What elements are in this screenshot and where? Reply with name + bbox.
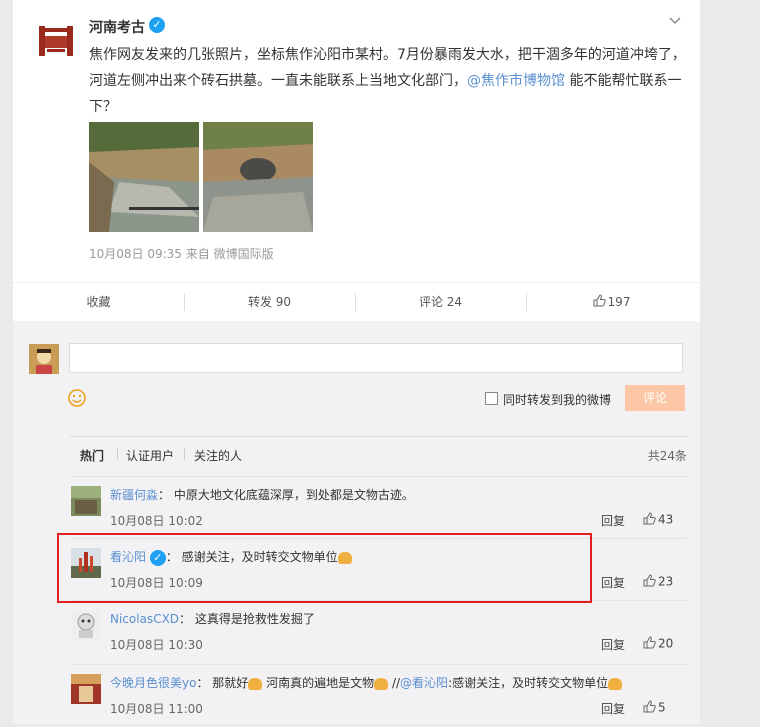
comment-content: 今晚月色很美yo： 那就好 河南真的遍地是文物 //@看沁阳:感谢关注，及时转交… [110,674,623,691]
author-name[interactable]: 河南考古 [89,17,145,37]
comment-username[interactable]: 新疆何淼 [110,488,158,502]
post-image[interactable] [203,122,313,232]
submit-comment-button[interactable]: 评论 [625,385,685,411]
avatar[interactable] [71,486,101,516]
thumbs-up-icon [593,284,606,322]
filter-verified[interactable]: 认证用户 [126,447,174,464]
comment-input[interactable] [69,343,683,373]
post-meta: 10月08日 09:35 来自 微博国际版 [89,247,274,261]
comment-like-button[interactable]: 43 [643,512,673,528]
comment-time: 10月08日 10:02 [110,514,203,528]
divider [184,448,185,460]
comment-time: 10月08日 10:30 [110,638,203,652]
comment-filter-bar: 热门 认证用户 关注的人 共24条 [70,436,687,467]
comment-like-button[interactable]: 20 [643,636,673,652]
thumbs-up-icon [643,574,656,590]
mention-link[interactable]: @看沁阳 [400,676,448,690]
action-bar: 收藏 转发 90 评论 24 197 [13,282,700,322]
avatar[interactable] [71,610,101,640]
like-count: 197 [607,295,631,309]
comment-like-button[interactable]: 23 [643,574,673,590]
emoji-icon[interactable] [67,388,87,408]
pray-emoji-icon [248,677,263,690]
divider [117,448,118,460]
comment-username[interactable]: NicolasCXD [110,612,179,626]
comment-button[interactable]: 评论 24 [355,283,526,321]
filter-following[interactable]: 关注的人 [194,447,242,464]
comment-total: 共24条 [647,449,687,463]
post-text: 焦作网友发来的几张照片，坐标焦作沁阳市某村。7月份暴雨发大水，把干涸多年的河道冲… [89,47,686,115]
handshake-emoji-icon [374,677,389,690]
verified-icon: ✓ [149,17,165,33]
avatar[interactable] [71,674,101,704]
repost-button[interactable]: 转发 90 [184,283,355,321]
comment-row: NicolasCXD： 这真得是抢救性发掘了 10月08日 10:30 回复 2… [70,600,687,663]
reply-button[interactable]: 回复 [601,512,625,529]
comment-content: 新疆何淼： 中原大地文化底蕴深厚，到处都是文物古迹。 [110,488,414,502]
thumbs-up-icon [643,512,656,528]
thumbs-up-icon [643,636,656,652]
thumbs-up-icon [643,700,656,716]
comment-like-button[interactable]: 5 [643,700,666,716]
highlight-box [57,533,592,603]
reply-button[interactable]: 回复 [601,574,625,591]
pray-emoji-icon [608,677,623,690]
repost-checkbox[interactable] [485,392,498,405]
filter-hot[interactable]: 热门 [80,447,104,464]
reply-button[interactable]: 回复 [601,700,625,717]
comment-row: 新疆何淼： 中原大地文化底蕴深厚，到处都是文物古迹。 10月08日 10:02 … [70,476,687,539]
comment-time: 10月08日 11:00 [110,702,203,716]
author-avatar[interactable] [33,18,79,64]
repost-label: 同时转发到我的微博 [503,393,612,407]
mention-link[interactable]: @焦作市博物馆 [467,73,565,89]
favorite-button[interactable]: 收藏 [13,283,184,321]
like-button[interactable]: 197 [526,283,697,321]
my-avatar[interactable] [29,344,59,374]
reply-button[interactable]: 回复 [601,636,625,653]
comment-row: 今晚月色很美yo： 那就好 河南真的遍地是文物 //@看沁阳:感谢关注，及时转交… [70,664,687,727]
chevron-down-icon[interactable] [668,14,682,30]
comment-username[interactable]: 今晚月色很美yo [110,676,196,690]
comment-content: NicolasCXD： 这真得是抢救性发掘了 [110,612,315,626]
post-image[interactable] [89,122,199,232]
